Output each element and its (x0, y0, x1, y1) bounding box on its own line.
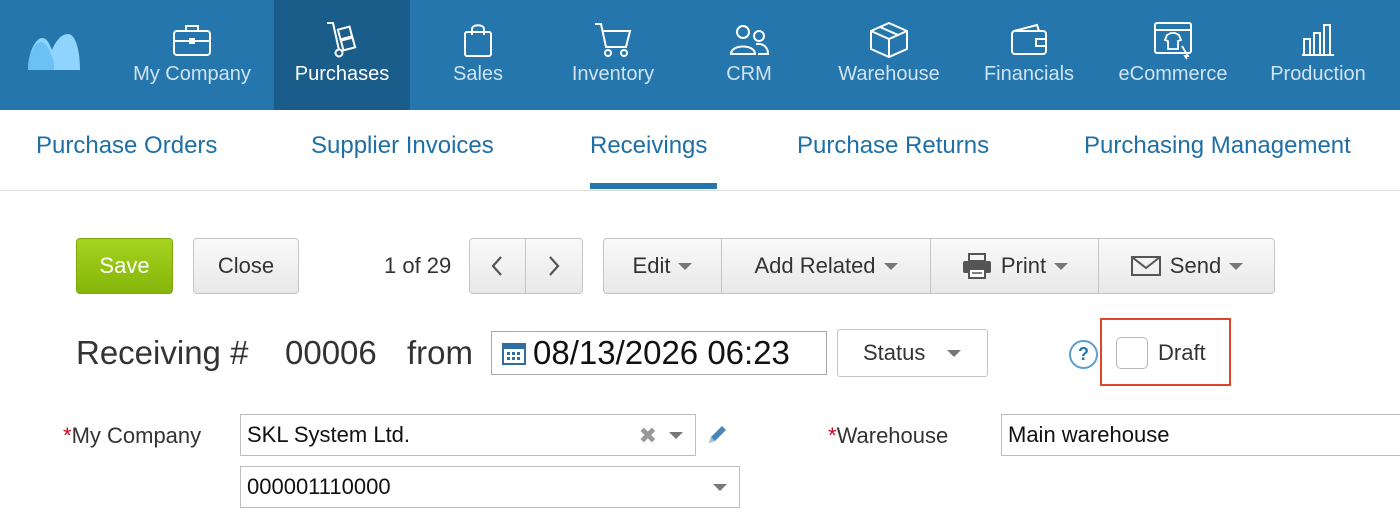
required-marker: * (63, 423, 72, 448)
nav-financials[interactable]: Financials (972, 0, 1086, 110)
account-value: 000001110000 (247, 474, 391, 499)
previous-button[interactable] (470, 239, 526, 293)
draft-label: Draft (1158, 340, 1206, 365)
warehouse-label-text: Warehouse (836, 423, 949, 448)
help-icon[interactable]: ? (1069, 340, 1098, 369)
nav-purchases[interactable]: Purchases (274, 0, 410, 110)
my-company-select[interactable]: SKL System Ltd. ✖ (240, 414, 696, 456)
sub-navigation: Purchase Orders Supplier Invoices Receiv… (0, 110, 1400, 191)
tab-purchasing-management[interactable]: Purchasing Management (1084, 132, 1351, 160)
warehouse-select[interactable]: Main warehouse (1001, 414, 1400, 456)
nav-my-company[interactable]: My Company (118, 0, 266, 110)
cart-icon (595, 23, 632, 57)
send-label: Send (1169, 253, 1222, 278)
warehouse-value: Main warehouse (1008, 422, 1170, 447)
app-logo[interactable] (26, 32, 82, 72)
tab-supplier-invoices[interactable]: Supplier Invoices (311, 132, 494, 160)
status-label: Status (863, 340, 926, 365)
people-icon (729, 25, 770, 55)
pager-text: 1 of 29 (384, 253, 452, 278)
caret-down-icon (1229, 262, 1244, 270)
shop-shirt-icon (1154, 22, 1192, 60)
nav-label: Production (1270, 63, 1366, 85)
nav-label: Sales (452, 63, 504, 85)
nav-label: Inventory (571, 63, 655, 85)
top-navigation: My Company Purchases Sales Inventory CRM… (0, 0, 1400, 110)
tab-purchase-orders[interactable]: Purchase Orders (36, 132, 217, 160)
my-company-value: SKL System Ltd. (247, 422, 411, 447)
document-title: Receiving # (76, 334, 249, 371)
nav-label: Purchases (294, 63, 390, 85)
calendar-icon[interactable] (501, 340, 527, 366)
nav-label: eCommerce (1118, 63, 1228, 85)
chevron-left-icon (491, 256, 503, 276)
edit-label: Edit (632, 253, 671, 278)
nav-label: Financials (983, 63, 1075, 85)
shopping-bag-icon (464, 24, 492, 57)
document-number: 00006 (285, 334, 377, 371)
nav-sales[interactable]: Sales (420, 0, 536, 110)
nav-warehouse[interactable]: Warehouse (826, 0, 952, 110)
pencil-icon[interactable] (705, 423, 729, 447)
my-company-label-text: My Company (71, 423, 202, 448)
caret-down-icon[interactable] (713, 484, 727, 491)
date-input[interactable]: 08/13/2026 06:23 (491, 331, 827, 375)
chevron-right-icon (548, 256, 560, 276)
caret-down-icon (1054, 262, 1069, 270)
printer-icon (962, 253, 991, 279)
nav-label: Warehouse (838, 63, 940, 85)
print-label: Print (1000, 253, 1047, 278)
close-button[interactable]: Close (193, 238, 299, 294)
nav-crm[interactable]: CRM (700, 0, 798, 110)
warehouse-label: *Warehouse (828, 423, 948, 449)
active-tab-indicator (590, 183, 717, 189)
tab-receivings[interactable]: Receivings (590, 132, 707, 160)
edit-button[interactable]: Edit (604, 239, 722, 293)
clear-icon[interactable]: ✖ (639, 423, 657, 449)
nav-ecommerce[interactable]: eCommerce (1104, 0, 1242, 110)
nav-label: My Company (133, 63, 251, 85)
date-value: 08/13/2026 06:23 (533, 334, 790, 371)
wallet-icon (1011, 23, 1047, 55)
caret-down-icon (883, 262, 898, 270)
factory-icon (1302, 24, 1334, 56)
nav-production[interactable]: Production (1260, 0, 1376, 110)
pager-buttons (469, 238, 583, 294)
next-button[interactable] (526, 239, 582, 293)
add-related-button[interactable]: Add Related (722, 239, 931, 293)
tab-purchase-returns[interactable]: Purchase Returns (797, 132, 989, 160)
account-select[interactable]: 000001110000 (240, 466, 740, 508)
draft-checkbox[interactable] (1116, 337, 1148, 369)
action-buttons: Edit Add Related Print Send (603, 238, 1275, 294)
my-company-label: *My Company (63, 423, 201, 449)
save-button[interactable]: Save (76, 238, 173, 294)
hand-truck-icon (327, 22, 357, 58)
print-button[interactable]: Print (931, 239, 1099, 293)
from-label: from (407, 334, 473, 371)
status-dropdown[interactable]: Status (837, 329, 988, 377)
nav-inventory[interactable]: Inventory (552, 0, 674, 110)
caret-down-icon[interactable] (669, 432, 683, 439)
caret-down-icon (678, 262, 693, 270)
envelope-icon (1130, 256, 1161, 276)
nav-label: CRM (726, 63, 772, 85)
box-icon (870, 21, 908, 59)
required-marker: * (828, 423, 837, 448)
add-related-label: Add Related (754, 253, 876, 278)
caret-down-icon (947, 349, 962, 357)
send-button[interactable]: Send (1099, 239, 1274, 293)
briefcase-icon (173, 25, 211, 56)
